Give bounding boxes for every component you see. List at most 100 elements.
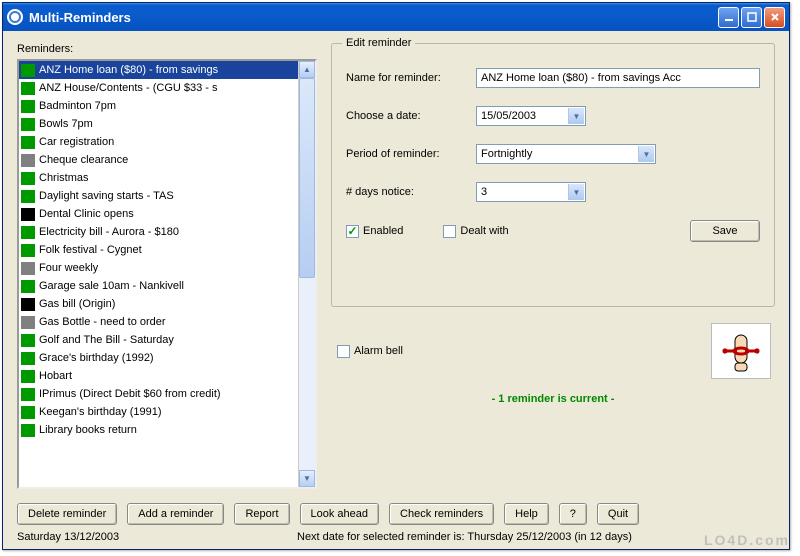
- list-item[interactable]: Hobart: [19, 367, 298, 385]
- list-item-label: Christmas: [39, 172, 89, 184]
- date-label: Choose a date:: [346, 110, 476, 122]
- list-item-label: Gas Bottle - need to order: [39, 316, 166, 328]
- status-square-icon: [21, 208, 35, 221]
- status-bar: Saturday 13/12/2003 Next date for select…: [17, 531, 775, 543]
- list-item[interactable]: Four weekly: [19, 259, 298, 277]
- notice-value: 3: [481, 186, 487, 198]
- list-item[interactable]: Grace's birthday (1992): [19, 349, 298, 367]
- notice-label: # days notice:: [346, 186, 476, 198]
- status-square-icon: [21, 172, 35, 185]
- client-area: Reminders: ANZ Home loan ($80) - from sa…: [3, 31, 789, 549]
- scrollbar[interactable]: ▲ ▼: [298, 61, 315, 487]
- list-item[interactable]: Golf and The Bill - Saturday: [19, 331, 298, 349]
- list-item-label: Daylight saving starts - TAS: [39, 190, 174, 202]
- list-item[interactable]: Daylight saving starts - TAS: [19, 187, 298, 205]
- list-item-label: Electricity bill - Aurora - $180: [39, 226, 179, 238]
- scroll-thumb[interactable]: [299, 78, 315, 278]
- reminders-label: Reminders:: [17, 43, 317, 55]
- status-square-icon: [21, 334, 35, 347]
- about-button[interactable]: ?: [559, 503, 587, 525]
- save-button[interactable]: Save: [690, 220, 760, 242]
- status-square-icon: [21, 100, 35, 113]
- list-item[interactable]: ANZ House/Contents - (CGU $33 - s: [19, 79, 298, 97]
- list-item-label: Library books return: [39, 424, 137, 436]
- titlebar: Multi-Reminders: [3, 3, 789, 31]
- list-item-label: Four weekly: [39, 262, 98, 274]
- lookahead-button[interactable]: Look ahead: [300, 503, 380, 525]
- app-window: Multi-Reminders Reminders: ANZ Home loan…: [2, 2, 790, 550]
- status-square-icon: [21, 154, 35, 167]
- list-item-label: Golf and The Bill - Saturday: [39, 334, 174, 346]
- status-square-icon: [21, 406, 35, 419]
- minimize-button[interactable]: [718, 7, 739, 28]
- list-item[interactable]: Dental Clinic opens: [19, 205, 298, 223]
- watermark: LO4D.com: [704, 532, 790, 548]
- list-item-label: Garage sale 10am - Nankivell: [39, 280, 184, 292]
- period-label: Period of reminder:: [346, 148, 476, 160]
- report-button[interactable]: Report: [234, 503, 289, 525]
- list-item[interactable]: ANZ Home loan ($80) - from savings: [19, 61, 298, 79]
- list-item-label: ANZ Home loan ($80) - from savings: [39, 64, 218, 76]
- check-reminders-button[interactable]: Check reminders: [389, 503, 494, 525]
- scroll-up-button[interactable]: ▲: [299, 61, 315, 78]
- list-item[interactable]: Cheque clearance: [19, 151, 298, 169]
- list-item[interactable]: Garage sale 10am - Nankivell: [19, 277, 298, 295]
- reminder-image: [711, 323, 771, 379]
- list-item[interactable]: Bowls 7pm: [19, 115, 298, 133]
- list-item[interactable]: Gas bill (Origin): [19, 295, 298, 313]
- list-item[interactable]: Christmas: [19, 169, 298, 187]
- status-square-icon: [21, 262, 35, 275]
- status-message: - 1 reminder is current -: [331, 393, 775, 405]
- close-button[interactable]: [764, 7, 785, 28]
- chevron-down-icon[interactable]: ▼: [568, 108, 584, 124]
- list-item[interactable]: Electricity bill - Aurora - $180: [19, 223, 298, 241]
- enabled-checkbox[interactable]: Enabled: [346, 225, 403, 238]
- status-square-icon: [21, 370, 35, 383]
- list-item-label: Cheque clearance: [39, 154, 128, 166]
- list-item[interactable]: Keegan's birthday (1991): [19, 403, 298, 421]
- status-square-icon: [21, 388, 35, 401]
- status-square-icon: [21, 316, 35, 329]
- enabled-label: Enabled: [363, 225, 403, 237]
- quit-button[interactable]: Quit: [597, 503, 639, 525]
- maximize-button[interactable]: [741, 7, 762, 28]
- period-value: Fortnightly: [481, 148, 532, 160]
- status-date: Saturday 13/12/2003: [17, 531, 297, 543]
- list-item[interactable]: Folk festival - Cygnet: [19, 241, 298, 259]
- list-item-label: IPrimus (Direct Debit $60 from credit): [39, 388, 221, 400]
- list-item[interactable]: Library books return: [19, 421, 298, 439]
- notice-combobox[interactable]: 3 ▼: [476, 182, 586, 202]
- date-combobox[interactable]: 15/05/2003 ▼: [476, 106, 586, 126]
- status-square-icon: [21, 136, 35, 149]
- status-square-icon: [21, 64, 35, 77]
- delete-reminder-button[interactable]: Delete reminder: [17, 503, 117, 525]
- list-item-label: Keegan's birthday (1991): [39, 406, 162, 418]
- help-button[interactable]: Help: [504, 503, 549, 525]
- dealtwith-checkbox[interactable]: Dealt with: [443, 225, 508, 238]
- name-input[interactable]: [476, 68, 760, 88]
- checkbox-icon: [346, 225, 359, 238]
- chevron-down-icon[interactable]: ▼: [568, 184, 584, 200]
- date-value: 15/05/2003: [481, 110, 536, 122]
- list-item[interactable]: Car registration: [19, 133, 298, 151]
- list-item[interactable]: Gas Bottle - need to order: [19, 313, 298, 331]
- list-item-label: Gas bill (Origin): [39, 298, 115, 310]
- list-item-label: Folk festival - Cygnet: [39, 244, 142, 256]
- list-item-label: Badminton 7pm: [39, 100, 116, 112]
- name-label: Name for reminder:: [346, 72, 476, 84]
- scroll-track[interactable]: [299, 78, 315, 470]
- list-item-label: Car registration: [39, 136, 114, 148]
- period-combobox[interactable]: Fortnightly ▼: [476, 144, 656, 164]
- list-item[interactable]: IPrimus (Direct Debit $60 from credit): [19, 385, 298, 403]
- scroll-down-button[interactable]: ▼: [299, 470, 315, 487]
- dealtwith-label: Dealt with: [460, 225, 508, 237]
- list-item-label: Bowls 7pm: [39, 118, 93, 130]
- checkbox-icon: [443, 225, 456, 238]
- add-reminder-button[interactable]: Add a reminder: [127, 503, 224, 525]
- reminders-listbox[interactable]: ANZ Home loan ($80) - from savings ANZ Ho…: [17, 59, 317, 489]
- status-square-icon: [21, 424, 35, 437]
- chevron-down-icon[interactable]: ▼: [638, 146, 654, 162]
- button-bar: Delete reminder Add a reminder Report Lo…: [17, 497, 775, 527]
- alarmbell-checkbox[interactable]: Alarm bell: [337, 345, 403, 358]
- list-item[interactable]: Badminton 7pm: [19, 97, 298, 115]
